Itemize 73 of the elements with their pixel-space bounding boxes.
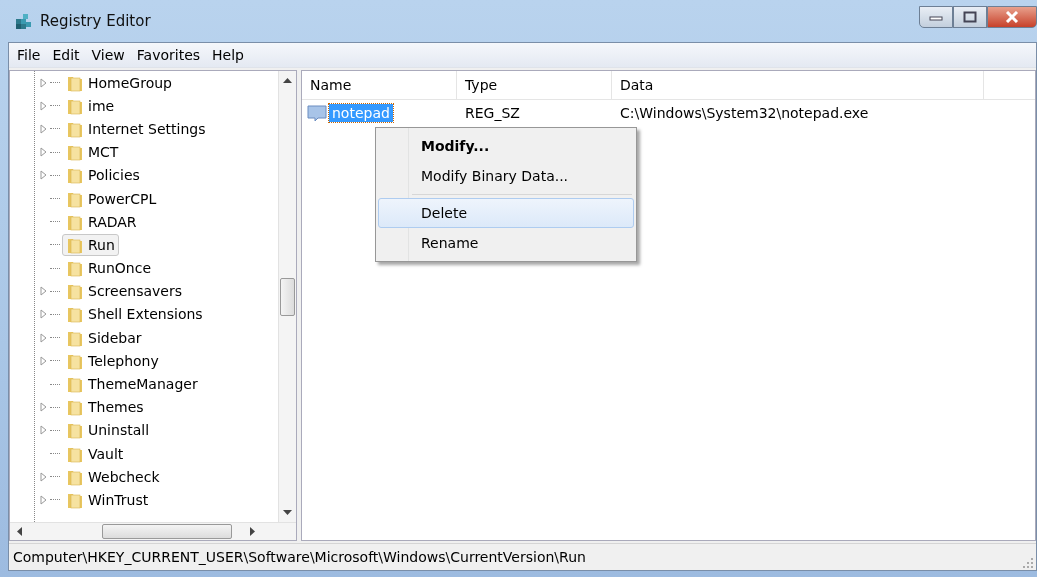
expand-arrow-icon[interactable] (40, 494, 48, 505)
horizontal-scrollbar[interactable] (10, 522, 296, 540)
folder-icon (66, 305, 84, 324)
menu-item[interactable]: File (17, 47, 41, 63)
folder-icon (66, 398, 84, 417)
expand-arrow-icon[interactable] (40, 471, 48, 482)
table-cell-text: REG_SZ (464, 105, 521, 121)
string-value-icon (307, 104, 327, 122)
expand-arrow-icon[interactable] (40, 100, 48, 111)
tree-item[interactable]: Uninstall (62, 419, 154, 442)
tree-item[interactable]: Shell Extensions (62, 303, 207, 326)
minimize-button[interactable] (919, 6, 953, 28)
expand-arrow-icon[interactable] (40, 286, 48, 297)
maximize-icon (963, 11, 977, 23)
scroll-up-arrow-icon[interactable] (283, 77, 292, 83)
menu-item[interactable]: View (91, 47, 125, 63)
folder-icon (66, 375, 84, 394)
menu-item[interactable]: Help (212, 47, 244, 63)
expand-arrow-icon[interactable] (40, 332, 48, 343)
tree-item[interactable]: Vault (62, 442, 128, 465)
tree-item[interactable]: Webcheck (62, 465, 164, 488)
expand-arrow-icon[interactable] (40, 355, 48, 366)
tree-item[interactable]: Telephony (62, 349, 163, 372)
menu-item[interactable]: Edit (52, 47, 80, 63)
tree-item[interactable]: Internet Settings (62, 117, 210, 140)
folder-icon (66, 166, 84, 185)
scroll-left-arrow-icon[interactable] (16, 527, 22, 536)
column-header[interactable]: Data (612, 71, 984, 99)
tree-item[interactable]: Run (62, 233, 119, 256)
tree-item[interactable]: MCT (62, 141, 123, 164)
folder-icon (66, 421, 84, 440)
menu-item[interactable]: Modify... (378, 131, 634, 161)
tree-item[interactable]: WinTrust (62, 488, 153, 511)
expand-arrow-icon[interactable] (40, 77, 48, 88)
menu-item[interactable]: Rename (378, 228, 634, 258)
tree-item[interactable]: RunOnce (62, 257, 156, 280)
menu-item[interactable]: Favorites (136, 47, 201, 63)
scroll-down-arrow-icon[interactable] (283, 510, 292, 516)
scroll-thumb[interactable] (280, 277, 295, 316)
expand-arrow-icon[interactable] (40, 170, 48, 181)
status-path: Computer\HKEY_CURRENT_USER\Software\Microsoft\Windows\CurrentVersion\Run (13, 549, 586, 565)
expand-arrow-icon[interactable] (40, 147, 48, 158)
expand-arrow-icon[interactable] (40, 123, 48, 134)
folder-icon (66, 143, 84, 162)
tree-item[interactable]: Policies (62, 164, 144, 187)
menu-item[interactable]: Delete (378, 198, 634, 228)
tree-item[interactable]: Sidebar (62, 326, 146, 349)
scroll-right-arrow-icon[interactable] (250, 527, 256, 536)
tree-item[interactable]: PowerCPL (62, 187, 161, 210)
tree-item[interactable]: HomeGroup (62, 71, 176, 94)
tree-item[interactable]: ime (62, 94, 119, 117)
vertical-scrollbar[interactable] (278, 71, 296, 522)
scroll-thumb[interactable] (102, 524, 232, 539)
expand-arrow-icon[interactable] (40, 309, 48, 320)
expand-arrow-icon[interactable] (40, 402, 48, 413)
minimize-icon (929, 13, 943, 21)
tree-item[interactable]: ThemeManager (62, 373, 202, 396)
menu-item[interactable]: Modify Binary Data... (378, 161, 634, 191)
folder-icon (66, 259, 84, 278)
column-header[interactable]: Name (302, 71, 457, 99)
maximize-button[interactable] (953, 6, 987, 28)
resize-grip-icon[interactable] (1023, 558, 1033, 568)
registry-cubes-icon (14, 11, 34, 31)
folder-icon (66, 282, 84, 301)
window-title: Registry Editor (40, 12, 151, 30)
close-icon (1004, 11, 1020, 23)
table-cell-text: C:\Windows\System32\notepad.exe (619, 105, 870, 121)
tree-item[interactable]: RADAR (62, 210, 141, 233)
close-button[interactable] (987, 6, 1037, 28)
tree-item[interactable]: Screensavers (62, 280, 186, 303)
tree-item[interactable]: Themes (62, 396, 148, 419)
column-header[interactable]: Type (457, 71, 612, 99)
expand-arrow-icon[interactable] (40, 425, 48, 436)
